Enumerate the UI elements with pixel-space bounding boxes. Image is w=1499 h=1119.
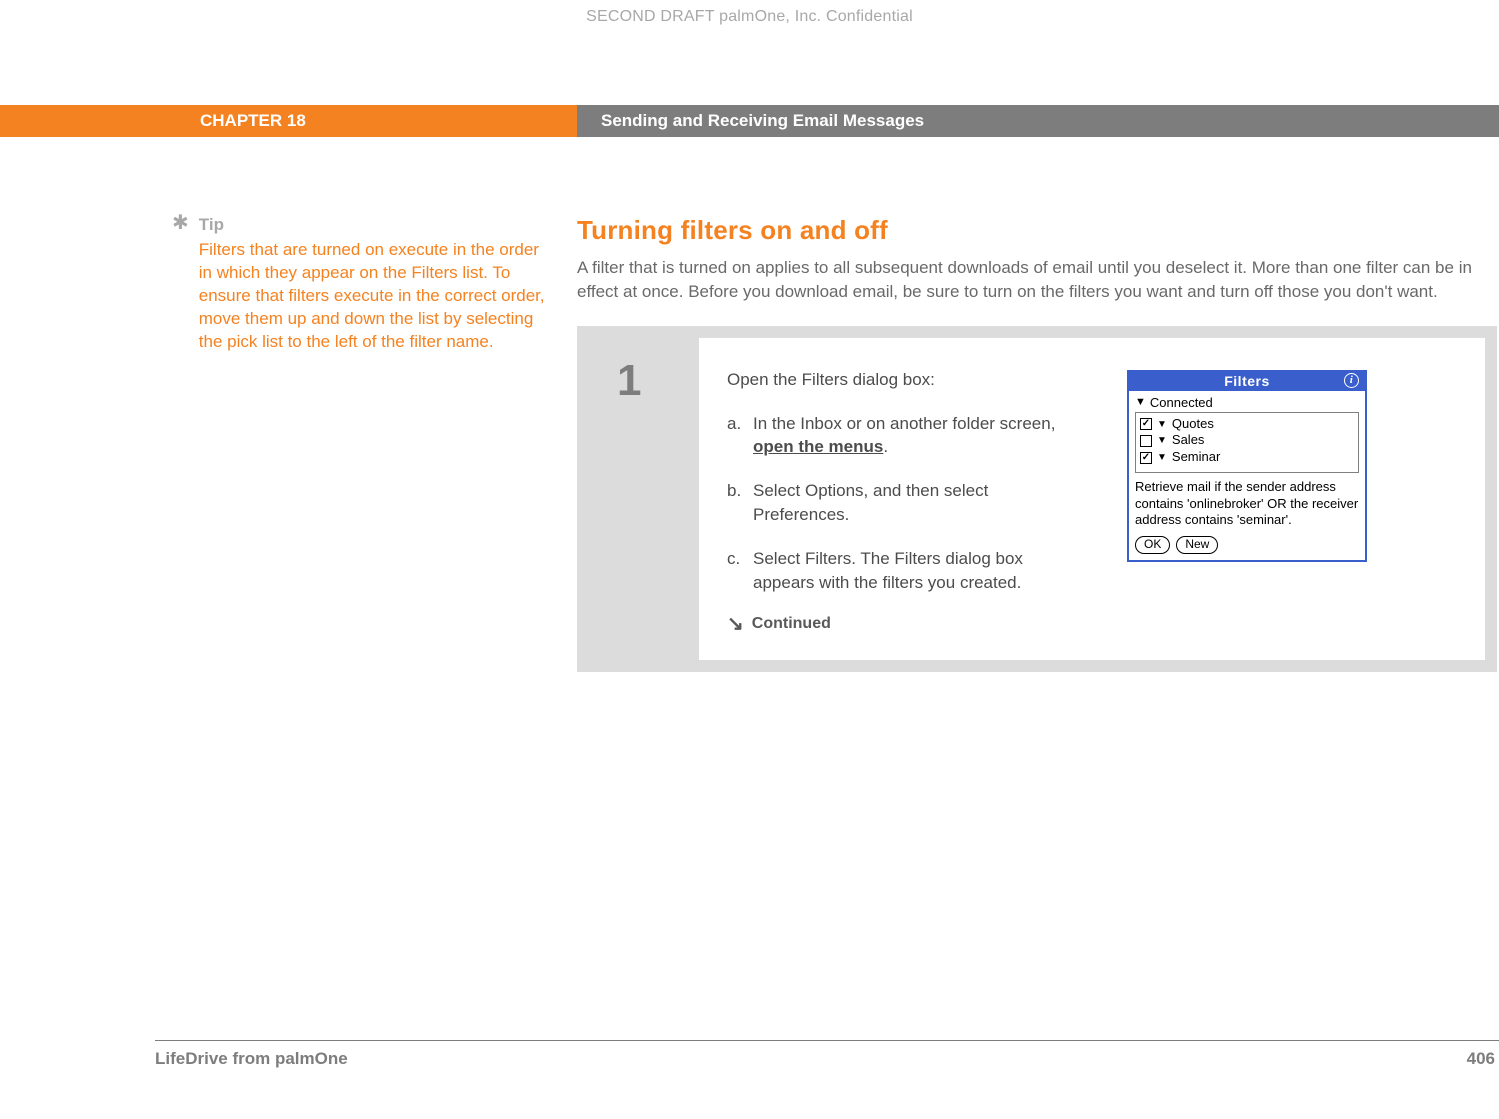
- step-a-pre: In the Inbox or on another folder screen…: [753, 414, 1055, 433]
- palm-button-row: OK New: [1135, 536, 1359, 554]
- filter-row-seminar[interactable]: ✓ ▼ Seminar: [1140, 449, 1354, 466]
- continued-indicator: ↘ Continued: [727, 614, 1087, 634]
- chapter-label-box: CHAPTER 18: [0, 105, 577, 137]
- tip-text: Filters that are turned on execute in th…: [199, 239, 555, 354]
- step-letter-a: a.: [727, 412, 753, 460]
- chevron-down-icon[interactable]: ▼: [1157, 451, 1167, 464]
- checkbox-quotes[interactable]: ✓: [1140, 418, 1152, 430]
- section-paragraph: A filter that is turned on applies to al…: [577, 256, 1499, 304]
- step-inner: 1 Open the Filters dialog box: a. In the…: [589, 338, 1485, 661]
- footer-product: LifeDrive from palmOne: [155, 1049, 348, 1069]
- step-item-b: b. Select Options, and then select Prefe…: [727, 479, 1087, 527]
- chapter-label: CHAPTER 18: [200, 111, 306, 131]
- ok-button[interactable]: OK: [1135, 536, 1170, 554]
- chapter-title: Sending and Receiving Email Messages: [601, 111, 924, 131]
- step-body-c: Select Filters. The Filters dialog box a…: [753, 547, 1087, 595]
- chapter-title-box: Sending and Receiving Email Messages: [577, 105, 1499, 137]
- step-item-c: c. Select Filters. The Filters dialog bo…: [727, 547, 1087, 595]
- chevron-down-icon[interactable]: ▼: [1157, 418, 1167, 431]
- continued-arrow-icon: ↘: [727, 614, 744, 634]
- checkbox-sales[interactable]: [1140, 435, 1152, 447]
- info-icon[interactable]: i: [1344, 373, 1359, 388]
- step-letter-c: c.: [727, 547, 753, 595]
- footer-rule: [155, 1040, 1499, 1041]
- filter-name-sales: Sales: [1172, 432, 1205, 449]
- step-body-b: Select Options, and then select Preferen…: [753, 479, 1087, 527]
- connected-dropdown[interactable]: ▼ Connected: [1135, 395, 1359, 410]
- new-button[interactable]: New: [1176, 536, 1218, 554]
- footer-row: LifeDrive from palmOne 406: [155, 1049, 1499, 1069]
- filter-description: Retrieve mail if the sender address cont…: [1135, 479, 1359, 528]
- confidential-header: SECOND DRAFT palmOne, Inc. Confidential: [0, 8, 1499, 26]
- filter-row-quotes[interactable]: ✓ ▼ Quotes: [1140, 416, 1354, 433]
- continued-label: Continued: [752, 615, 831, 633]
- tip-heading: Tip: [199, 215, 555, 235]
- content-row: ✱ Tip Filters that are turned on execute…: [0, 215, 1499, 672]
- step-item-a: a. In the Inbox or on another folder scr…: [727, 412, 1087, 460]
- filter-name-seminar: Seminar: [1172, 449, 1220, 466]
- filter-row-sales[interactable]: ▼ Sales: [1140, 432, 1354, 449]
- open-menus-link[interactable]: open the menus: [753, 437, 883, 456]
- step-text-column: Open the Filters dialog box: a. In the I…: [727, 370, 1087, 635]
- checkbox-seminar[interactable]: ✓: [1140, 452, 1152, 464]
- step-intro: Open the Filters dialog box:: [727, 370, 1087, 390]
- footer-page-number: 406: [1467, 1049, 1495, 1069]
- step-white-panel: Open the Filters dialog box: a. In the I…: [699, 338, 1485, 661]
- step-box: 1 Open the Filters dialog box: a. In the…: [577, 326, 1497, 673]
- palm-title: Filters: [1224, 373, 1270, 389]
- palm-titlebar: Filters i: [1129, 372, 1365, 391]
- step-letter-b: b.: [727, 479, 753, 527]
- filters-dialog-screenshot: Filters i ▼ Connected ✓ ▼: [1127, 370, 1367, 562]
- step-body-a: In the Inbox or on another folder screen…: [753, 412, 1087, 460]
- step-number-cell: 1: [589, 338, 699, 661]
- section-heading: Turning filters on and off: [577, 215, 1499, 246]
- palm-body: ▼ Connected ✓ ▼ Quotes: [1129, 391, 1365, 560]
- filter-list: ✓ ▼ Quotes ▼ Sales ✓: [1135, 412, 1359, 474]
- page-footer: LifeDrive from palmOne 406: [155, 1040, 1499, 1069]
- main-content: Turning filters on and off A filter that…: [577, 215, 1499, 672]
- connected-label: Connected: [1150, 395, 1213, 410]
- chevron-down-icon[interactable]: ▼: [1157, 434, 1167, 447]
- chapter-header-band: CHAPTER 18 Sending and Receiving Email M…: [0, 105, 1499, 137]
- step-number: 1: [617, 356, 699, 406]
- step-a-post: .: [883, 437, 888, 456]
- tip-body: Tip Filters that are turned on execute i…: [199, 215, 555, 672]
- tip-sidebar: ✱ Tip Filters that are turned on execute…: [0, 215, 577, 672]
- chevron-down-icon: ▼: [1135, 396, 1146, 408]
- tip-star-icon: ✱: [172, 213, 189, 672]
- filter-name-quotes: Quotes: [1172, 416, 1214, 433]
